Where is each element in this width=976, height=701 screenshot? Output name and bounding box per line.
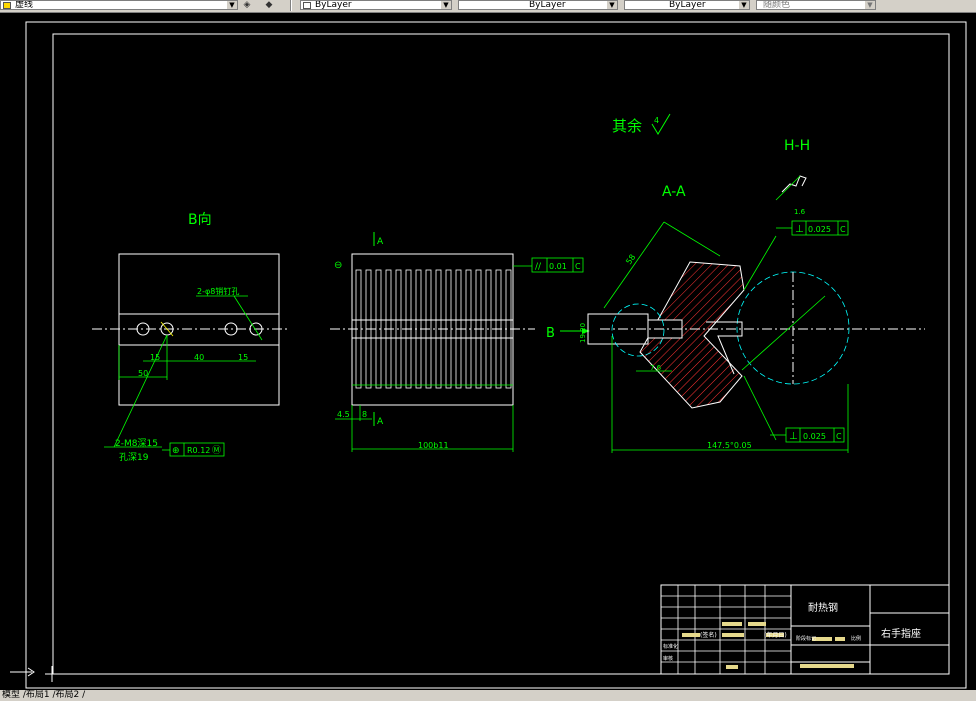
position-tol-symbol-icon: ⊕ bbox=[172, 446, 180, 456]
ucs-icon bbox=[10, 667, 35, 677]
dim-58-line bbox=[603, 221, 665, 309]
roughness-value: 4 bbox=[654, 116, 659, 125]
stage-mark-label: 阶段标记 bbox=[796, 635, 816, 642]
color-combo[interactable]: ByLayer ▼ bbox=[300, 0, 452, 10]
flatness-symbol-icon: ⊖ bbox=[334, 260, 342, 271]
view-b-arrow-label: B bbox=[546, 326, 555, 341]
title-block-grid bbox=[660, 584, 854, 675]
section-a-top-label: A bbox=[377, 237, 384, 247]
title-filled-cell bbox=[748, 622, 766, 626]
title-filled-cell bbox=[835, 637, 845, 641]
linetype-combo-value: ByLayer bbox=[529, 0, 566, 10]
dim-58: 58 bbox=[624, 253, 637, 267]
approval-label: 审核 bbox=[663, 655, 673, 662]
plotstyle-combo-value: 随颜色 bbox=[763, 0, 791, 10]
dim-15b: 15 bbox=[238, 353, 248, 362]
chevron-down-icon[interactable]: ▼ bbox=[227, 1, 237, 9]
section-a-bottom-label: A bbox=[377, 417, 384, 427]
lineweight-combo-value: ByLayer bbox=[669, 0, 706, 10]
pin-hole-leader-diag bbox=[233, 295, 263, 341]
view-b-title: B向 bbox=[188, 212, 212, 228]
layer-color-swatch bbox=[3, 2, 11, 9]
perp-tol-bottom-value: 0.025 bbox=[803, 432, 826, 441]
dim-8: 8 bbox=[362, 410, 367, 419]
view-aa-title: A-A bbox=[662, 184, 686, 200]
title-filled-cell bbox=[726, 665, 738, 669]
dim-radial bbox=[741, 295, 826, 371]
position-tol-modifier-icon: Ⓜ bbox=[212, 445, 221, 456]
title-filled-cell bbox=[722, 633, 744, 637]
layer-state-icon[interactable]: ◈ bbox=[240, 0, 254, 10]
layer-previous-icon[interactable]: ◆ bbox=[262, 0, 276, 10]
dim-40: 40 bbox=[194, 353, 204, 362]
ratio-label: 比例 bbox=[851, 635, 861, 642]
layer-combo[interactable]: 虚线 ▼ bbox=[0, 0, 238, 10]
parallel-symbol-icon: // bbox=[535, 262, 542, 272]
view-hh-title: H-H bbox=[784, 138, 810, 154]
view-front[interactable]: A A ⊖ // 0.01 C 100b11 4.5 8 B bbox=[330, 232, 590, 452]
title-filled-cell bbox=[722, 622, 742, 626]
toolbar-separator bbox=[290, 0, 292, 11]
roughness-note: 其余 bbox=[612, 117, 642, 135]
tap-annotation: 2-M8深15 bbox=[115, 438, 158, 449]
dim-4-5: 4.5 bbox=[337, 410, 350, 419]
chevron-down-icon[interactable]: ▼ bbox=[441, 1, 451, 9]
perp-tol-top-datum: C bbox=[840, 225, 846, 234]
chevron-down-icon[interactable]: ▼ bbox=[739, 1, 749, 9]
pin-hole-annotation: 2-φ8销钉孔 bbox=[197, 286, 239, 296]
date-label: (年月日) bbox=[764, 631, 787, 639]
signature-label: (签名) bbox=[700, 631, 717, 639]
color-swatch bbox=[303, 2, 311, 9]
parallel-tol-value: 0.01 bbox=[549, 262, 567, 271]
dim-58-line2 bbox=[663, 221, 721, 257]
layout-tabs[interactable]: 模型 /布局1 /布局2 / bbox=[0, 690, 85, 700]
dim-big-arc-line2 bbox=[743, 375, 777, 441]
tap-leader bbox=[113, 334, 168, 448]
title-filled-cell bbox=[682, 633, 700, 637]
view-b[interactable]: B向 2-φ8销钉孔 15 40 15 50 2-M8深15 孔深19 ⊕ R0… bbox=[92, 212, 290, 463]
perp-symbol-top-icon: ⊥ bbox=[795, 224, 804, 235]
chevron-down-icon[interactable]: ▼ bbox=[865, 1, 875, 9]
title-filled-cell bbox=[800, 664, 854, 668]
dim-1-6: 1.6 bbox=[794, 208, 806, 216]
chevron-down-icon[interactable]: ▼ bbox=[607, 1, 617, 9]
dim-19-20: 19.20 bbox=[579, 323, 587, 343]
color-combo-value: ByLayer bbox=[315, 0, 352, 10]
perp-symbol-bottom-icon: ⊥ bbox=[789, 431, 798, 442]
standardization-label: 标准化 bbox=[663, 643, 678, 650]
detail-hh-profile bbox=[781, 175, 807, 193]
title-block[interactable]: 耐热钢 右手指座 (签名) (年月日) 标准化 审核 阶段标记 比例 bbox=[660, 584, 950, 675]
tap-annotation-depth: 孔深19 bbox=[119, 452, 149, 463]
layer-combo-value: 虚线 bbox=[15, 0, 34, 10]
dim-147-5: 147.5°0.05 bbox=[707, 441, 752, 450]
material-text: 耐热钢 bbox=[808, 601, 838, 614]
position-tol-value: R0.12 bbox=[187, 446, 210, 455]
perp-tol-bottom-datum: C bbox=[836, 432, 842, 441]
linetype-combo[interactable]: ByLayer ▼ bbox=[458, 0, 618, 10]
detail-hh-leader bbox=[775, 175, 801, 201]
view-aa[interactable]: 其余 4 A-A H-H 58 19.20 7.6 1.6 147.5°0.05 bbox=[579, 113, 925, 453]
dim-100: 100b11 bbox=[418, 441, 449, 450]
perp-tol-top-value: 0.025 bbox=[808, 225, 831, 234]
drawing-canvas[interactable]: B向 2-φ8销钉孔 15 40 15 50 2-M8深15 孔深19 ⊕ R0… bbox=[0, 12, 976, 690]
dim-big-arc-line bbox=[743, 235, 777, 291]
parallel-tol-datum: C bbox=[575, 262, 581, 271]
plotstyle-combo[interactable]: 随颜色 ▼ bbox=[756, 0, 876, 10]
lineweight-combo[interactable]: ByLayer ▼ bbox=[624, 0, 750, 10]
part-name-text: 右手指座 bbox=[881, 627, 921, 640]
layout-tabs-bar[interactable]: 模型 /布局1 /布局2 / bbox=[0, 690, 976, 701]
dim-50: 50 bbox=[138, 369, 148, 378]
